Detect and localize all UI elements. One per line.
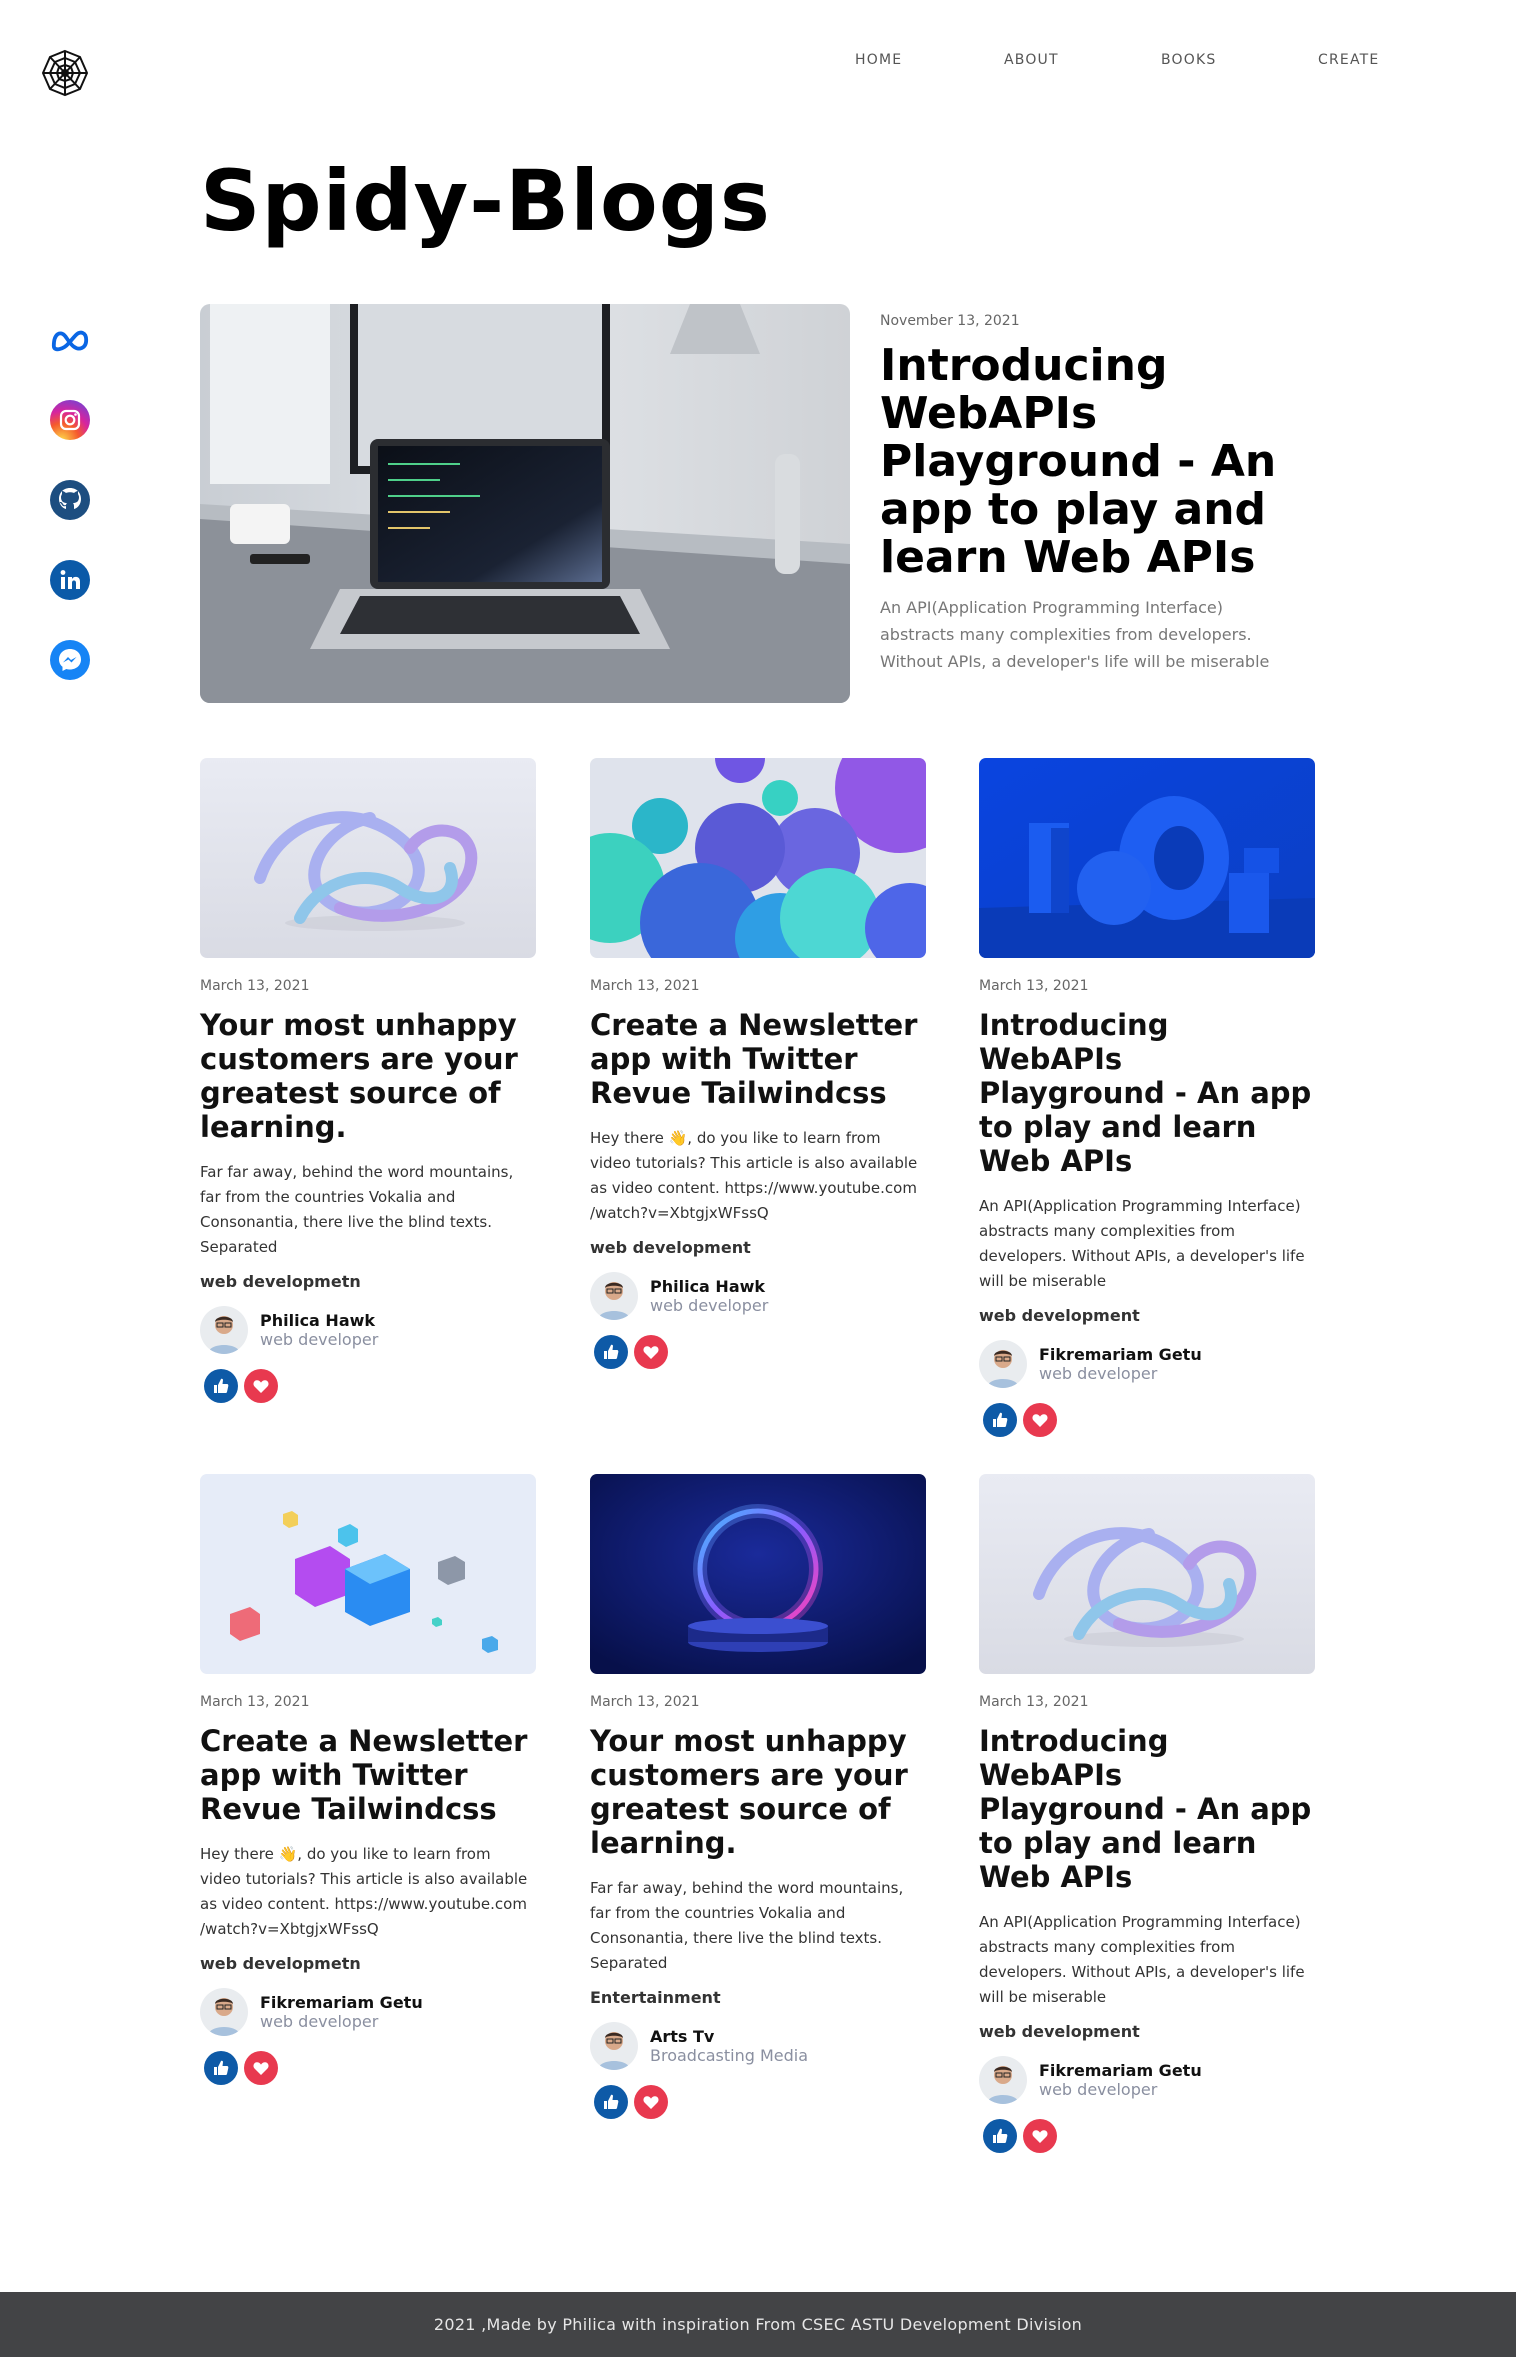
author-name[interactable]: Fikremariam Getu <box>1039 2061 1202 2080</box>
avatar <box>979 1340 1027 1388</box>
heart-icon[interactable] <box>1023 1403 1057 1437</box>
avatar <box>979 2056 1027 2104</box>
heart-icon[interactable] <box>1023 2119 1057 2153</box>
messenger-icon[interactable] <box>50 640 90 680</box>
card-title[interactable]: Your most unhappy customers are your gre… <box>590 1724 926 1860</box>
card-category: web developmetn <box>200 1272 361 1291</box>
card-date: March 13, 2021 <box>200 978 310 994</box>
blog-card[interactable]: March 13, 2021 Your most unhappy custome… <box>590 1474 926 2119</box>
card-category: web development <box>979 1306 1140 1325</box>
card-date: March 13, 2021 <box>979 978 1089 994</box>
card-category: web development <box>979 2022 1140 2041</box>
author-name[interactable]: Fikremariam Getu <box>1039 1345 1202 1364</box>
avatar <box>590 2022 638 2070</box>
top-navigation: HOME ABOUT BOOKS CREATE <box>0 52 1516 82</box>
blog-card[interactable]: March 13, 2021 Create a Newsletter app w… <box>200 1474 536 2085</box>
reactions <box>200 2051 536 2085</box>
heart-icon[interactable] <box>634 1335 668 1369</box>
author-name[interactable]: Philica Hawk <box>650 1277 768 1296</box>
hero-image[interactable] <box>200 304 850 703</box>
meta-icon[interactable] <box>50 320 90 360</box>
like-icon[interactable] <box>204 1369 238 1403</box>
card-description: An API(Application Programming Interface… <box>979 1913 1305 2006</box>
heart-icon[interactable] <box>244 1369 278 1403</box>
card-description: Far far away, behind the word mountains,… <box>590 1879 904 1972</box>
nav-books-link[interactable]: BOOKS <box>1161 52 1216 68</box>
instagram-icon[interactable] <box>50 400 90 440</box>
blog-card[interactable]: March 13, 2021 Your most unhappy custome… <box>200 758 536 1403</box>
card-author: Philica Hawk web developer <box>200 1305 536 1355</box>
nav-create-link[interactable]: CREATE <box>1318 52 1379 68</box>
card-title[interactable]: Create a Newsletter app with Twitter Rev… <box>200 1724 536 1826</box>
blog-card[interactable]: March 13, 2021 Introducing WebAPIs Playg… <box>979 758 1315 1437</box>
card-title[interactable]: Create a Newsletter app with Twitter Rev… <box>590 1008 926 1110</box>
card-date: March 13, 2021 <box>979 1694 1089 1710</box>
card-description: An API(Application Programming Interface… <box>979 1197 1305 1290</box>
like-icon[interactable] <box>983 1403 1017 1437</box>
author-name[interactable]: Fikremariam Getu <box>260 1993 423 2012</box>
reactions <box>590 2085 926 2119</box>
card-author: Fikremariam Getu web developer <box>200 1987 536 2037</box>
card-date: March 13, 2021 <box>590 978 700 994</box>
author-role: web developer <box>260 2012 379 2031</box>
reactions <box>200 1369 536 1403</box>
card-image-cubes[interactable] <box>200 1474 536 1674</box>
like-icon[interactable] <box>594 2085 628 2119</box>
card-title[interactable]: Introducing WebAPIs Playground - An app … <box>979 1008 1315 1178</box>
card-category: Entertainment <box>590 1988 721 2007</box>
card-description: Far far away, behind the word mountains,… <box>200 1163 514 1256</box>
card-author: Fikremariam Getu web developer <box>979 1339 1315 1389</box>
nav-about-link[interactable]: ABOUT <box>1004 52 1059 68</box>
card-category: web developmetn <box>200 1954 361 1973</box>
reactions <box>979 1403 1315 1437</box>
linkedin-icon[interactable] <box>50 560 90 600</box>
heart-icon[interactable] <box>634 2085 668 2119</box>
card-description: Hey there 👋, do you like to learn from v… <box>590 1129 918 1222</box>
avatar <box>590 1272 638 1320</box>
card-date: March 13, 2021 <box>200 1694 310 1710</box>
like-icon[interactable] <box>983 2119 1017 2153</box>
card-title[interactable]: Your most unhappy customers are your gre… <box>200 1008 536 1144</box>
github-icon[interactable] <box>50 480 90 520</box>
card-date: March 13, 2021 <box>590 1694 700 1710</box>
author-role: web developer <box>650 1296 769 1315</box>
footer: 2021 ,Made by Philica with inspiration F… <box>0 2292 1516 2357</box>
hero-title[interactable]: Introducing WebAPIs Playground - An app … <box>880 342 1330 582</box>
avatar <box>200 1306 248 1354</box>
author-role: web developer <box>1039 2080 1158 2099</box>
footer-text: 2021 ,Made by Philica with inspiration F… <box>433 2315 1083 2334</box>
site-title: Spidy-Blogs <box>200 152 771 250</box>
reactions <box>590 1335 926 1369</box>
card-author: Philica Hawk web developer <box>590 1271 926 1321</box>
blog-card[interactable]: March 13, 2021 Introducing WebAPIs Playg… <box>979 1474 1315 2153</box>
author-name[interactable]: Arts Tv <box>650 2027 808 2046</box>
card-image-neon-ring[interactable] <box>590 1474 926 1674</box>
card-image-knot[interactable] <box>200 758 536 958</box>
card-title[interactable]: Introducing WebAPIs Playground - An app … <box>979 1724 1315 1894</box>
reactions <box>979 2119 1315 2153</box>
hero-date: November 13, 2021 <box>880 313 1020 329</box>
heart-icon[interactable] <box>244 2051 278 2085</box>
like-icon[interactable] <box>594 1335 628 1369</box>
author-role: web developer <box>1039 1364 1158 1383</box>
author-name[interactable]: Philica Hawk <box>260 1311 378 1330</box>
avatar <box>200 1988 248 2036</box>
author-role: Broadcasting Media <box>650 2046 809 2065</box>
card-image-spheres[interactable] <box>590 758 926 958</box>
card-description: Hey there 👋, do you like to learn from v… <box>200 1845 528 1938</box>
card-category: web development <box>590 1238 751 1257</box>
like-icon[interactable] <box>204 2051 238 2085</box>
author-role: web developer <box>260 1330 379 1349</box>
card-image-blue-shapes[interactable] <box>979 758 1315 958</box>
hero-description: An API(Application Programming Interface… <box>880 598 1270 671</box>
card-author: Arts Tv Broadcasting Media <box>590 2021 926 2071</box>
card-image-knot[interactable] <box>979 1474 1315 1674</box>
blog-card[interactable]: March 13, 2021 Create a Newsletter app w… <box>590 758 926 1369</box>
nav-home-link[interactable]: HOME <box>855 52 902 68</box>
card-author: Fikremariam Getu web developer <box>979 2055 1315 2105</box>
